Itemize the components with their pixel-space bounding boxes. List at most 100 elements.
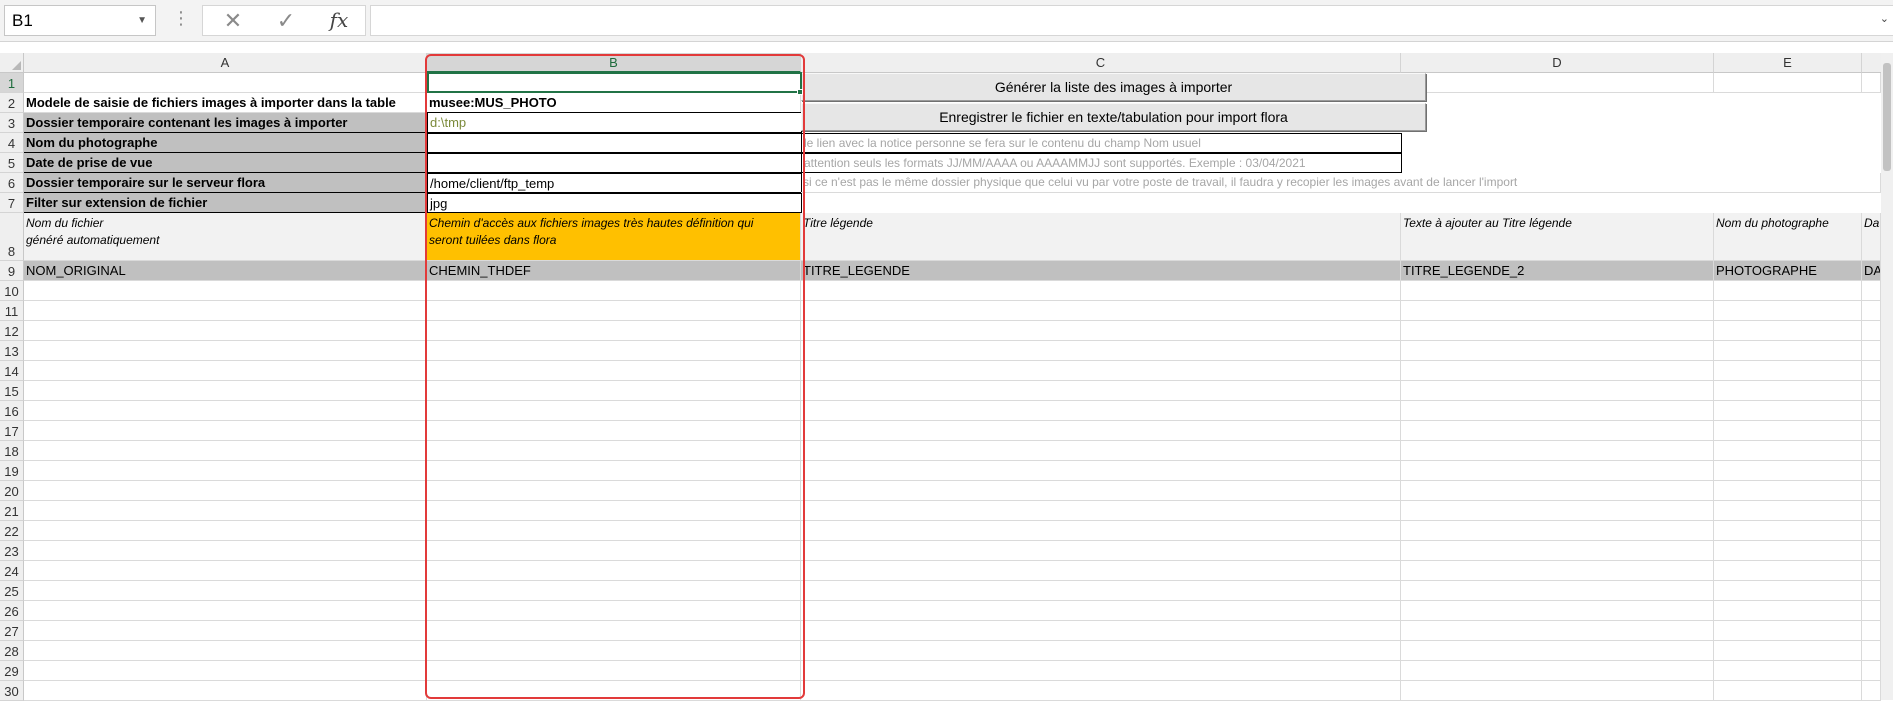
cell-a19[interactable] (24, 461, 427, 481)
chevron-down-icon[interactable]: ▼ (137, 6, 147, 35)
cell-d18[interactable] (1401, 441, 1714, 461)
cell-f8[interactable]: Date (1862, 213, 1881, 261)
row-header-20[interactable]: 20 (0, 481, 24, 501)
cell-a6[interactable]: Dossier temporaire sur le serveur flora (24, 173, 427, 193)
cell-e18[interactable] (1714, 441, 1862, 461)
cell-c26[interactable] (801, 601, 1401, 621)
cell-a9[interactable]: NOM_ORIGINAL (24, 261, 427, 281)
row-header-4[interactable]: 4 (0, 133, 24, 153)
row-header-17[interactable]: 17 (0, 421, 24, 441)
row-header-11[interactable]: 11 (0, 301, 24, 321)
cell-a26[interactable] (24, 601, 427, 621)
cell-e14[interactable] (1714, 361, 1862, 381)
cell-e15[interactable] (1714, 381, 1862, 401)
cell-d11[interactable] (1401, 301, 1714, 321)
cell-c29[interactable] (801, 661, 1401, 681)
row-header-2[interactable]: 2 (0, 93, 24, 113)
cell-c20[interactable] (801, 481, 1401, 501)
cell-c23[interactable] (801, 541, 1401, 561)
cell-a2[interactable]: Modele de saisie de fichiers images à im… (24, 93, 427, 113)
row-header-28[interactable]: 28 (0, 641, 24, 661)
cell-a3[interactable]: Dossier temporaire contenant les images … (24, 113, 427, 133)
row-header-7[interactable]: 7 (0, 193, 24, 213)
cell-e23[interactable] (1714, 541, 1862, 561)
cell-e20[interactable] (1714, 481, 1862, 501)
row-header-22[interactable]: 22 (0, 521, 24, 541)
cell-c19[interactable] (801, 461, 1401, 481)
cell-f1[interactable] (1862, 73, 1881, 93)
cell-e11[interactable] (1714, 301, 1862, 321)
cell-a28[interactable] (24, 641, 427, 661)
cell-c9[interactable]: TITRE_LEGENDE (801, 261, 1401, 281)
cell-a4[interactable]: Nom du photographe (24, 133, 427, 153)
cell-f27[interactable] (1862, 621, 1881, 641)
cell-e25[interactable] (1714, 581, 1862, 601)
cell-f18[interactable] (1862, 441, 1881, 461)
cell-c10[interactable] (801, 281, 1401, 301)
column-header-e[interactable]: E (1714, 53, 1862, 73)
scrollbar-thumb[interactable] (1883, 63, 1891, 171)
cell-a14[interactable] (24, 361, 427, 381)
cell-c15[interactable] (801, 381, 1401, 401)
row-header-16[interactable]: 16 (0, 401, 24, 421)
row-header-26[interactable]: 26 (0, 601, 24, 621)
cell-e30[interactable] (1714, 681, 1862, 701)
cell-c5[interactable]: attention seuls les formats JJ/MM/AAAA o… (801, 153, 1402, 173)
cell-d20[interactable] (1401, 481, 1714, 501)
row-header-19[interactable]: 19 (0, 461, 24, 481)
row-header-25[interactable]: 25 (0, 581, 24, 601)
cell-e10[interactable] (1714, 281, 1862, 301)
cell-e1[interactable] (1714, 73, 1862, 93)
cell-d19[interactable] (1401, 461, 1714, 481)
save-tsv-button[interactable]: Enregistrer le fichier en texte/tabulati… (801, 103, 1426, 131)
cell-e22[interactable] (1714, 521, 1862, 541)
cell-f23[interactable] (1862, 541, 1881, 561)
cell-c17[interactable] (801, 421, 1401, 441)
row-header-14[interactable]: 14 (0, 361, 24, 381)
cell-f13[interactable] (1862, 341, 1881, 361)
cell-f20[interactable] (1862, 481, 1881, 501)
cell-a7[interactable]: Filter sur extension de fichier (24, 193, 427, 213)
cell-f29[interactable] (1862, 661, 1881, 681)
cell-f10[interactable] (1862, 281, 1881, 301)
cell-c11[interactable] (801, 301, 1401, 321)
insert-function-icon[interactable]: fx (319, 6, 359, 35)
row-header-12[interactable]: 12 (0, 321, 24, 341)
cell-c24[interactable] (801, 561, 1401, 581)
expand-formula-icon[interactable]: ⌄ (1880, 12, 1889, 25)
cell-c8[interactable]: Titre légende (801, 213, 1401, 261)
cell-d23[interactable] (1401, 541, 1714, 561)
row-header-24[interactable]: 24 (0, 561, 24, 581)
cell-e9[interactable]: PHOTOGRAPHE (1714, 261, 1862, 281)
cell-a11[interactable] (24, 301, 427, 321)
cell-f17[interactable] (1862, 421, 1881, 441)
cell-a22[interactable] (24, 521, 427, 541)
cell-d28[interactable] (1401, 641, 1714, 661)
cell-f22[interactable] (1862, 521, 1881, 541)
cell-f11[interactable] (1862, 301, 1881, 321)
cell-a25[interactable] (24, 581, 427, 601)
cell-a10[interactable] (24, 281, 427, 301)
cell-e16[interactable] (1714, 401, 1862, 421)
cell-f25[interactable] (1862, 581, 1881, 601)
row-header-5[interactable]: 5 (0, 153, 24, 173)
row-header-23[interactable]: 23 (0, 541, 24, 561)
cell-c28[interactable] (801, 641, 1401, 661)
cell-d21[interactable] (1401, 501, 1714, 521)
cell-d29[interactable] (1401, 661, 1714, 681)
column-header-a[interactable]: A (24, 53, 427, 73)
cell-a8[interactable]: Nom du fichier généré automatiquement (24, 213, 427, 261)
cell-a18[interactable] (24, 441, 427, 461)
cell-e19[interactable] (1714, 461, 1862, 481)
cell-d13[interactable] (1401, 341, 1714, 361)
row-header-30[interactable]: 30 (0, 681, 24, 701)
cell-f28[interactable] (1862, 641, 1881, 661)
cell-c30[interactable] (801, 681, 1401, 701)
cell-a5[interactable]: Date de prise de vue (24, 153, 427, 173)
cell-f12[interactable] (1862, 321, 1881, 341)
enter-icon[interactable]: ✓ (266, 6, 306, 35)
cell-f14[interactable] (1862, 361, 1881, 381)
cell-e13[interactable] (1714, 341, 1862, 361)
cell-f15[interactable] (1862, 381, 1881, 401)
cell-e21[interactable] (1714, 501, 1862, 521)
